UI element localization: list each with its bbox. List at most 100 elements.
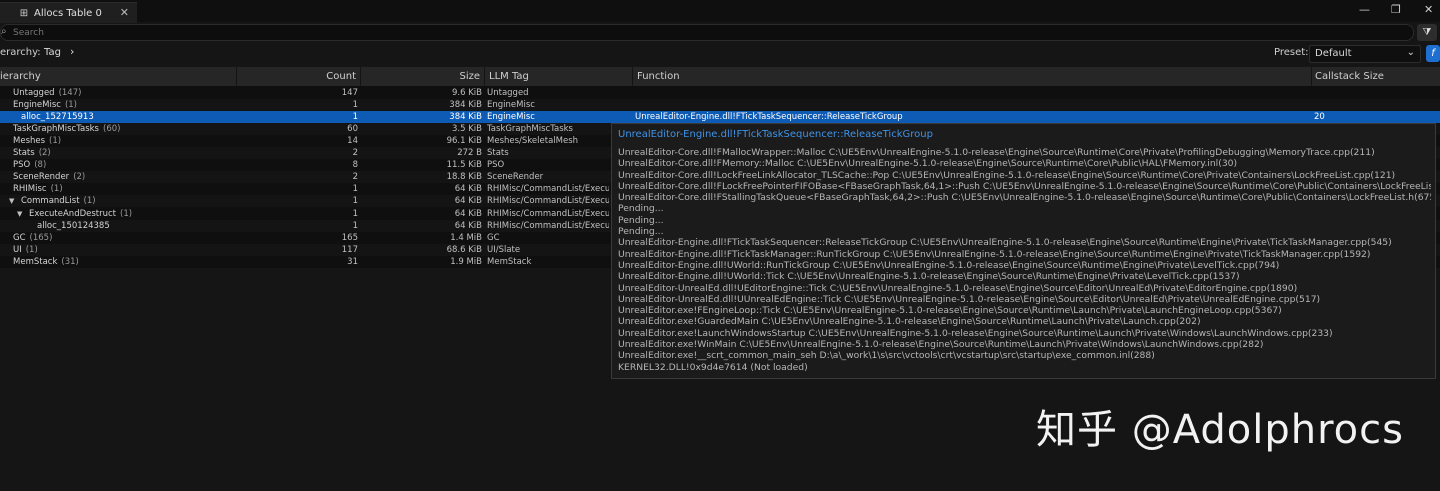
row-count: 117 — [341, 244, 358, 255]
row-group-count: (1) — [50, 184, 63, 195]
close-tab-icon[interactable]: ✕ — [120, 6, 129, 19]
row-llm-tag: SceneRender — [487, 172, 544, 183]
row-name: Stats (2) — [13, 147, 51, 159]
row-group-count: (31) — [61, 256, 79, 267]
table-header: ierarchy Count Size LLM Tag Function Cal… — [0, 67, 1440, 86]
table-row[interactable]: Untagged (147) 147 9.6 KiB Untagged — [0, 87, 1440, 99]
search-row: ⌕ — [0, 23, 1440, 42]
column-hierarchy[interactable]: ierarchy — [0, 67, 237, 86]
row-name-text: alloc_150124385 — [37, 220, 110, 231]
callstack-frame: Pending... — [618, 214, 664, 226]
preset-value: Default — [1315, 48, 1352, 59]
expand-arrow-icon[interactable]: ▼ — [9, 195, 14, 207]
row-count: 147 — [341, 87, 358, 98]
row-name: SceneRender (2) — [13, 171, 85, 183]
row-group-count: (1) — [64, 99, 77, 110]
tooltip-title: UnrealEditor-Engine.dll!FTickTaskSequenc… — [618, 129, 933, 140]
row-llm-tag: TaskGraphMiscTasks — [487, 123, 573, 134]
hierarchy-tag-button[interactable]: Tag — [44, 47, 61, 58]
row-name-text: ExecuteAndDestruct — [29, 208, 117, 219]
row-llm-tag: PSO — [487, 160, 505, 171]
row-llm-tag: RHIMisc/CommandList/Execute... — [487, 184, 609, 195]
search-input[interactable] — [13, 26, 1393, 39]
column-callstack-size[interactable]: Callstack Size — [1312, 67, 1440, 86]
row-size: 64 KiB — [454, 184, 482, 195]
watermark: 知乎 @Adolphrocs — [1036, 407, 1404, 453]
row-name: alloc_150124385 — [37, 220, 114, 232]
filter-button[interactable]: ⧩ — [1417, 24, 1437, 41]
column-count[interactable]: Count — [237, 67, 361, 86]
row-llm-tag: RHIMisc/CommandList/Execute... — [487, 220, 609, 231]
row-name-text: alloc_152715913 — [21, 111, 94, 122]
function-button[interactable]: f — [1426, 45, 1440, 62]
row-llm-tag: Untagged — [487, 87, 529, 98]
row-llm-tag: Stats — [487, 148, 509, 158]
hierarchy-label: erarchy: — [0, 47, 41, 58]
row-size: 96.1 KiB — [446, 135, 482, 146]
row-callstack-size: 20 — [1314, 111, 1325, 122]
row-count: 1 — [352, 111, 358, 122]
row-llm-tag: EngineMisc — [487, 111, 535, 122]
column-size[interactable]: Size — [361, 67, 485, 86]
tab-allocs-table[interactable]: ⊞ Allocs Table 0 ✕ — [0, 2, 137, 23]
hierarchy-toolbar: erarchy: Tag › Preset: Default ⌄ f — [0, 44, 1440, 64]
row-name-text: Stats — [13, 148, 35, 158]
row-size: 384 KiB — [449, 111, 482, 122]
row-name-text: TaskGraphMiscTasks — [13, 123, 99, 134]
tab-label: Allocs Table 0 — [34, 7, 102, 19]
callstack-frame: UnrealEditor.exe!WinMain C:\UE5Env\Unrea… — [618, 339, 1264, 351]
callstack-frame: UnrealEditor-Engine.dll!UWorld::Tick C:\… — [618, 271, 1240, 283]
row-name: RHIMisc (1) — [13, 183, 63, 195]
row-group-count: (165) — [29, 232, 53, 243]
callstack-tooltip: UnrealEditor-Engine.dll!FTickTaskSequenc… — [611, 123, 1436, 379]
callstack-frame: UnrealEditor-UnrealEd.dll!UUnrealEdEngin… — [618, 293, 1321, 305]
row-group-count: (1) — [120, 208, 133, 219]
table-row[interactable]: EngineMisc (1) 1 384 KiB EngineMisc — [0, 98, 1440, 111]
column-llm-tag[interactable]: LLM Tag — [485, 67, 633, 86]
row-size: 11.5 KiB — [446, 160, 482, 171]
callstack-frame: UnrealEditor-Engine.dll!UWorld::RunTickG… — [618, 259, 1280, 271]
maximize-icon[interactable]: ❐ — [1391, 3, 1401, 16]
row-count: 60 — [347, 123, 358, 134]
row-size: 3.5 KiB — [452, 123, 482, 134]
row-size: 18.8 KiB — [446, 172, 482, 183]
row-count: 2 — [352, 172, 358, 183]
row-size: 1.9 MiB — [450, 256, 482, 267]
search-icon: ⌕ — [1, 26, 7, 37]
row-size: 9.6 KiB — [452, 87, 482, 98]
filter-icon: ⧩ — [1422, 27, 1432, 38]
minimize-icon[interactable]: — — [1359, 3, 1370, 16]
callstack-frame: UnrealEditor-Core.dll!FMallocWrapper::Ma… — [618, 147, 1375, 158]
callstack-frame: UnrealEditor-Engine.dll!FTickTaskSequenc… — [618, 237, 1392, 249]
row-count: 1 — [352, 208, 358, 219]
row-llm-tag: RHIMisc/CommandList/Execute... — [487, 208, 609, 219]
callstack-frame: UnrealEditor.exe!LaunchWindowsStartup C:… — [618, 327, 1333, 339]
close-window-icon[interactable]: ✕ — [1424, 3, 1433, 16]
tree-icon: ⊞ — [19, 7, 29, 19]
tooltip-callstack: UnrealEditor-Core.dll!FMallocWrapper::Ma… — [618, 147, 1431, 373]
row-name-text: MemStack — [13, 256, 58, 267]
preset-label: Preset: — [1274, 47, 1309, 58]
callstack-frame: KERNEL32.DLL!0x9d4e7614 (Not loaded) — [618, 361, 808, 373]
table-row[interactable]: alloc_152715913 1 384 KiB EngineMisc UnrealE… — [0, 110, 1440, 123]
row-llm-tag: MemStack — [487, 256, 532, 267]
row-name: PSO (8) — [13, 159, 46, 171]
callstack-frame: UnrealEditor.exe!__scrt_common_main_seh … — [618, 350, 1155, 362]
row-name: alloc_152715913 — [21, 111, 98, 123]
row-group-count: (2) — [73, 172, 86, 183]
expand-arrow-icon[interactable]: ▼ — [17, 208, 22, 220]
row-count: 1 — [352, 99, 358, 110]
preset-select[interactable]: Default ⌄ — [1309, 45, 1421, 63]
callstack-frame: UnrealEditor.exe!FEngineLoop::Tick C:\UE… — [618, 305, 1282, 317]
callstack-frame: UnrealEditor.exe!GuardedMain C:\UE5Env\U… — [618, 316, 1201, 328]
row-group-count: (147) — [58, 87, 82, 98]
column-function[interactable]: Function — [633, 67, 1312, 86]
row-name: Meshes (1) — [13, 135, 61, 147]
row-name: CommandList (1) — [21, 195, 96, 207]
row-size: 64 KiB — [454, 208, 482, 219]
chevron-right-icon[interactable]: › — [70, 45, 74, 58]
row-group-count: (8) — [34, 160, 47, 171]
callstack-frame: Pending... — [618, 203, 664, 215]
row-count: 1 — [352, 184, 358, 195]
row-llm-tag: RHIMisc/CommandList/Execute... — [487, 196, 609, 207]
